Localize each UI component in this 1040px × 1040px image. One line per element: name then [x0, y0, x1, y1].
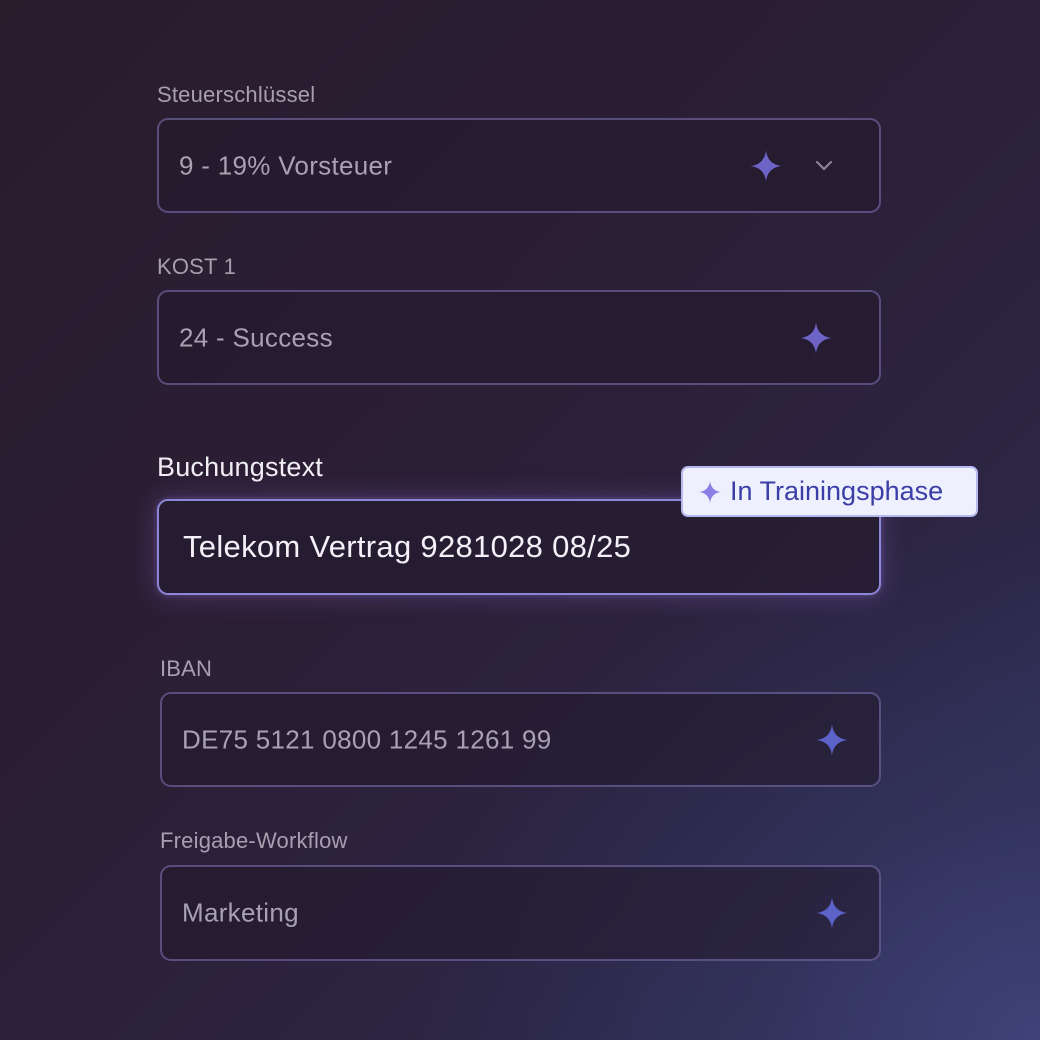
sparkle-icon	[816, 897, 848, 929]
freigabe-workflow-select[interactable]: Marketing	[160, 865, 881, 961]
sparkle-icon	[750, 149, 782, 182]
iban-input[interactable]: DE75 5121 0800 1245 1261 99	[160, 692, 881, 787]
buchungstext-value: Telekom Vertrag 9281028 08/25	[183, 529, 632, 564]
steuerschluessel-value: 9 - 19% Vorsteuer	[179, 150, 393, 180]
kost1-input[interactable]: 24 - Success	[157, 290, 881, 385]
sparkle-icon	[816, 723, 848, 756]
field-label-buchungstext: Buchungstext	[157, 452, 324, 482]
steuerschluessel-select[interactable]: 9 - 19% Vorsteuer	[157, 118, 881, 213]
chevron-down-icon[interactable]	[814, 159, 834, 173]
field-label-kost1: KOST 1	[157, 254, 237, 279]
field-iban: IBAN DE75 5121 0800 1245 1261 99	[160, 656, 881, 788]
field-label-iban: IBAN	[160, 656, 213, 681]
field-freigabe-workflow: Freigabe-Workflow Marketing	[160, 828, 881, 962]
badge-label: In Trainingsphase	[730, 476, 944, 506]
kost1-value: 24 - Success	[179, 322, 333, 352]
field-kost1: KOST 1 24 - Success	[157, 254, 881, 386]
training-phase-badge: In Trainingsphase	[681, 466, 978, 517]
sparkle-icon	[800, 321, 832, 354]
field-label-steuerschluessel: Steuerschlüssel	[157, 82, 316, 107]
iban-value: DE75 5121 0800 1245 1261 99	[182, 724, 552, 754]
field-label-freigabe-workflow: Freigabe-Workflow	[160, 828, 348, 853]
freigabe-workflow-value: Marketing	[182, 897, 299, 928]
sparkle-icon	[699, 480, 721, 503]
field-steuerschluessel: Steuerschlüssel 9 - 19% Vorsteuer	[157, 82, 881, 214]
